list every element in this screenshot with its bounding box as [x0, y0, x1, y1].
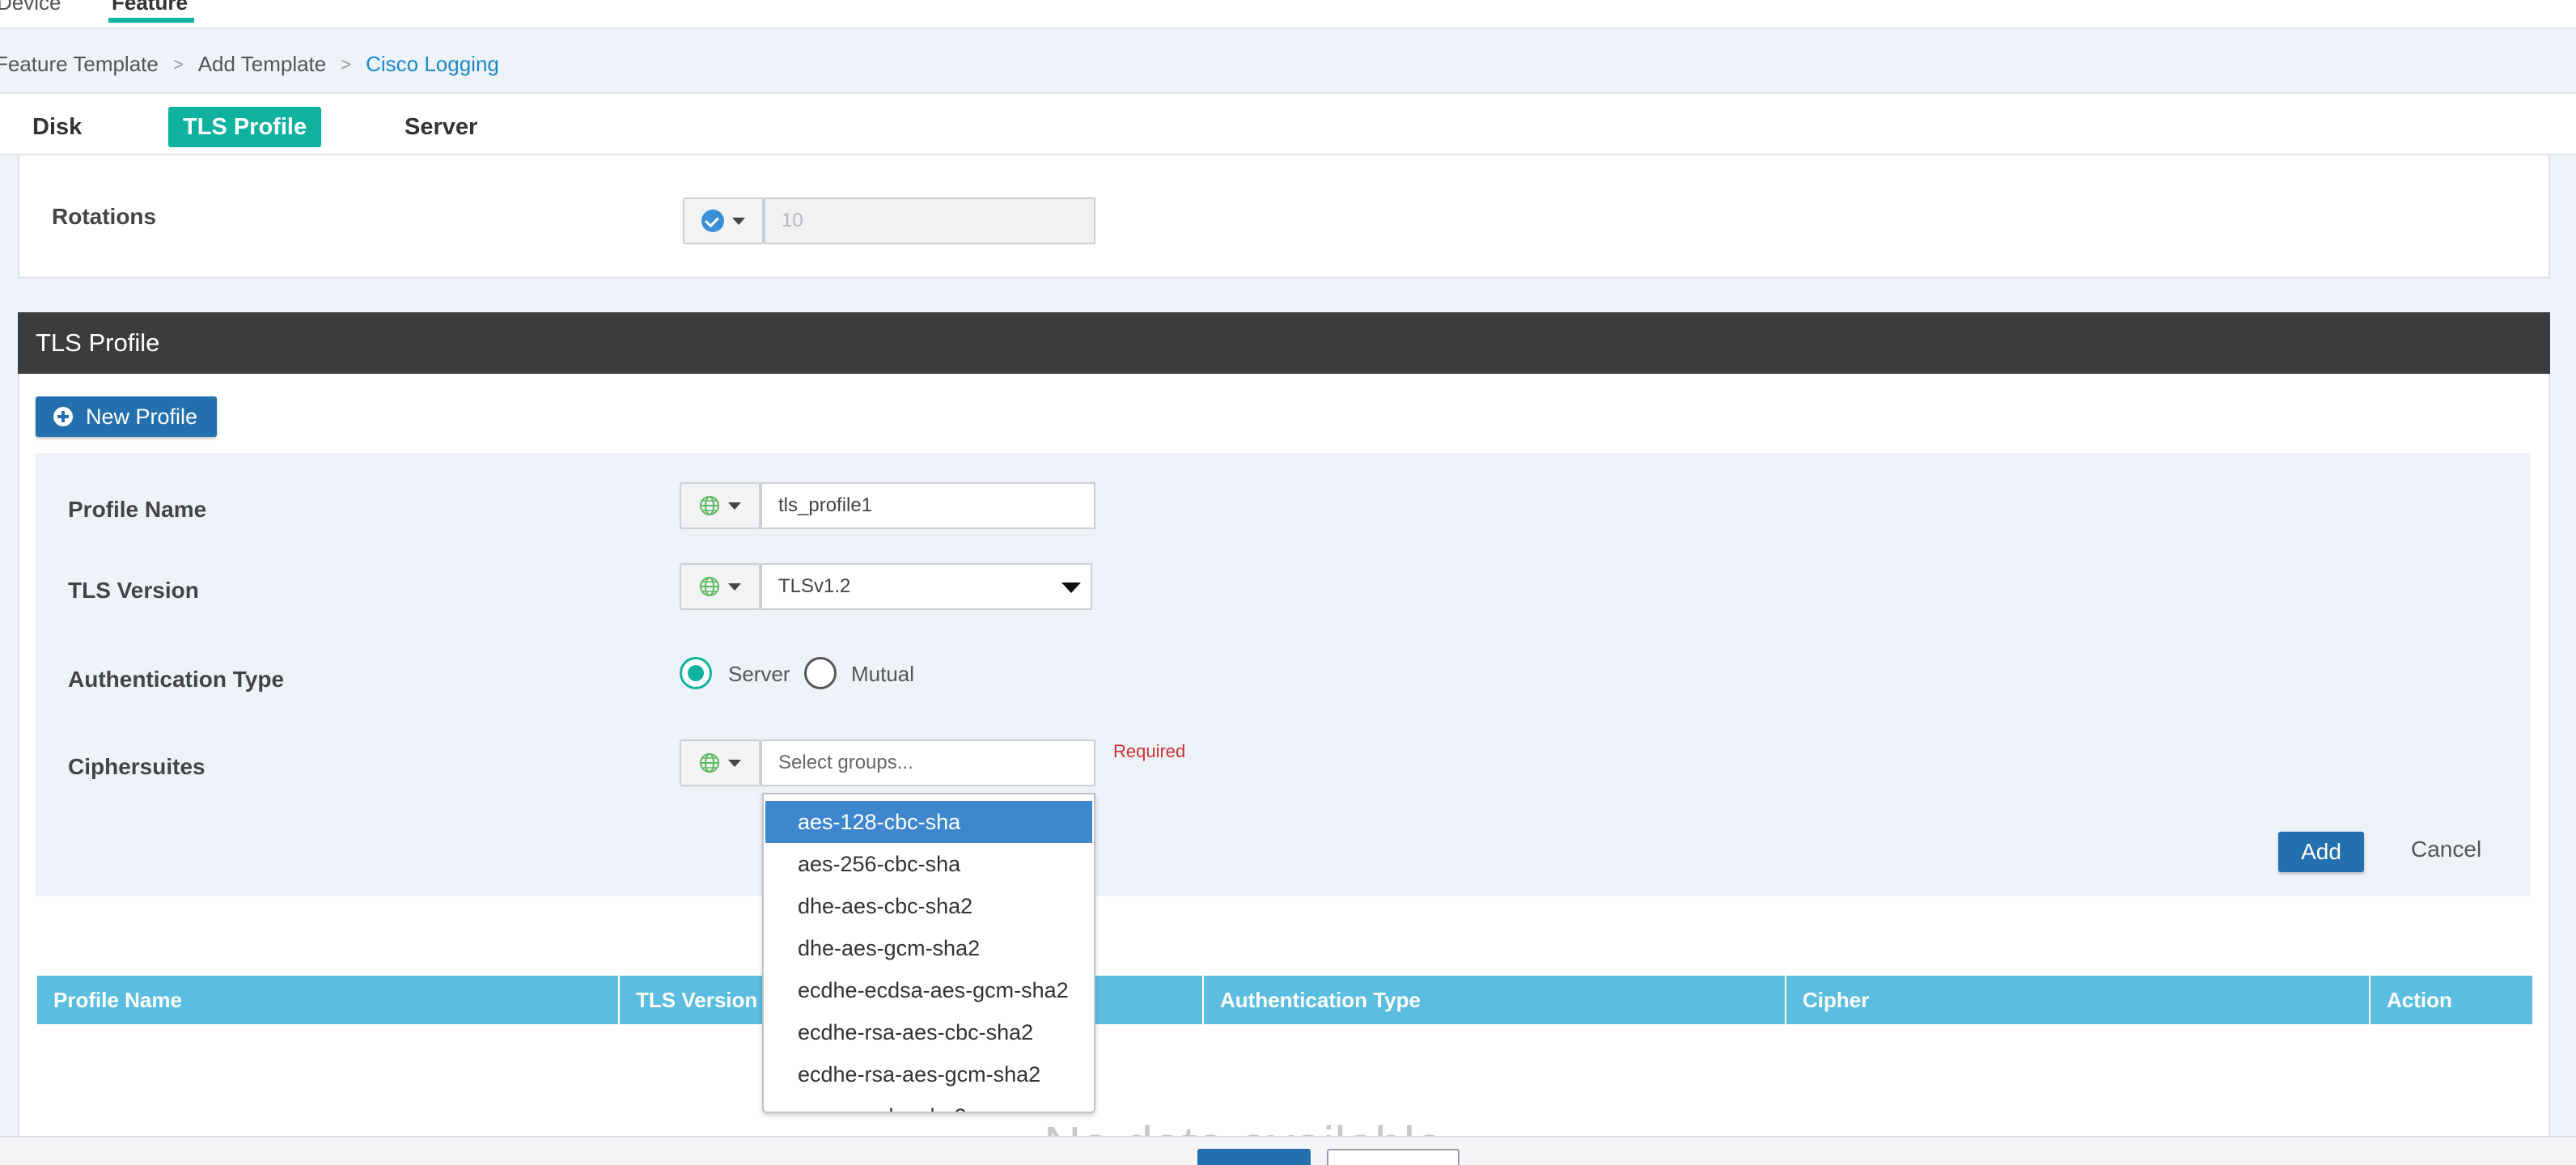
- add-button[interactable]: Add: [2278, 832, 2364, 872]
- cipher-option[interactable]: ecdhe-rsa-aes-gcm-sha2: [765, 1053, 1092, 1095]
- tls-version-label: TLS Version: [68, 578, 199, 603]
- auth-type-mutual-label: Mutual: [851, 662, 915, 686]
- cancel-template-button[interactable]: [1327, 1149, 1460, 1165]
- profile-table-header: Profile Name TLS Version Authentication …: [37, 976, 2532, 1024]
- profile-name-input[interactable]: tls_profile1: [761, 482, 1095, 529]
- caret-down-icon: [728, 759, 741, 767]
- ciphersuites-input[interactable]: Select groups...: [761, 739, 1095, 786]
- cipher-option[interactable]: aes-128-cbc-sha: [765, 801, 1092, 843]
- cipher-option[interactable]: ecdhe-rsa-aes-cbc-sha2: [765, 1011, 1092, 1053]
- tab-active-indicator: [108, 18, 194, 23]
- column-authentication-type[interactable]: Authentication Type: [1204, 976, 1786, 1024]
- breadcrumb-cisco-logging: Cisco Logging: [366, 52, 499, 76]
- tls-profile-header: TLS Profile: [18, 312, 2550, 374]
- section-tabs: Disk TLS Profile Server: [0, 95, 2576, 155]
- save-button[interactable]: [1197, 1149, 1311, 1165]
- new-profile-button[interactable]: New Profile: [36, 396, 217, 437]
- cipher-option[interactable]: dhe-aes-cbc-sha2: [765, 885, 1092, 927]
- tls-version-value: TLSv1.2: [778, 575, 851, 597]
- caret-down-icon: [728, 502, 741, 510]
- breadcrumb-separator: >: [172, 53, 184, 74]
- cipher-option[interactable]: ecdhe-ecdsa-aes-gcm-sha2: [765, 969, 1092, 1011]
- column-profile-name[interactable]: Profile Name: [37, 976, 620, 1024]
- cipher-option[interactable]: rsa-aes-cbc-sha2: [765, 1095, 1092, 1112]
- rotations-label: Rotations: [52, 204, 157, 229]
- breadcrumb-add-template[interactable]: Add Template: [198, 52, 327, 77]
- globe-icon: [700, 496, 719, 515]
- profile-form: [36, 453, 2531, 896]
- new-profile-label: New Profile: [86, 404, 198, 429]
- column-action[interactable]: Action: [2371, 976, 2532, 1024]
- disk-panel: [18, 155, 2550, 278]
- rotations-input[interactable]: 10: [764, 197, 1095, 244]
- tab-device[interactable]: Device: [0, 0, 61, 28]
- top-nav: Device Feature: [0, 0, 2576, 29]
- ciphersuites-label: Ciphersuites: [68, 754, 205, 779]
- ciphersuites-scope-dropdown[interactable]: [680, 739, 761, 786]
- auth-type-server-radio[interactable]: [680, 657, 712, 689]
- breadcrumb-separator: >: [341, 53, 352, 74]
- tab-feature-label: Feature: [112, 0, 188, 15]
- globe-icon: [700, 577, 719, 596]
- bottom-action-bar: [0, 1136, 2576, 1165]
- tls-version-select[interactable]: TLSv1.2: [761, 563, 1092, 610]
- breadcrumb-feature-template[interactable]: Feature Template: [0, 52, 159, 77]
- profile-name-label: Profile Name: [68, 497, 207, 522]
- tab-feature[interactable]: Feature: [108, 0, 194, 28]
- auth-type-label: Authentication Type: [68, 667, 285, 692]
- cipher-option[interactable]: dhe-aes-gcm-sha2: [765, 927, 1092, 969]
- rotations-scope-dropdown[interactable]: [683, 197, 764, 244]
- ciphersuites-dropdown-list: aes-128-cbc-sha aes-256-cbc-sha dhe-aes-…: [762, 793, 1095, 1113]
- section-tab-disk[interactable]: Disk: [32, 107, 82, 147]
- globe-icon: [700, 753, 719, 773]
- select-arrow-icon: [1061, 582, 1081, 593]
- check-circle-icon: [701, 210, 724, 232]
- section-tab-server[interactable]: Server: [405, 107, 477, 147]
- breadcrumb: Feature Template > Add Template > Cisco …: [0, 52, 499, 77]
- profile-name-scope-dropdown[interactable]: [680, 482, 761, 529]
- auth-type-mutual-radio[interactable]: [804, 657, 837, 689]
- breadcrumb-bar: Feature Template > Add Template > Cisco …: [0, 29, 2576, 94]
- plus-circle-icon: [53, 407, 73, 426]
- auth-type-server-label: Server: [728, 662, 790, 686]
- caret-down-icon: [728, 582, 741, 591]
- cipher-option[interactable]: aes-256-cbc-sha: [765, 843, 1092, 885]
- section-tab-tls-profile[interactable]: TLS Profile: [168, 107, 322, 147]
- required-message: Required: [1113, 741, 1186, 761]
- tls-version-scope-dropdown[interactable]: [680, 563, 761, 610]
- column-cipher[interactable]: Cipher: [1786, 976, 2371, 1024]
- caret-down-icon: [732, 217, 745, 225]
- cancel-button[interactable]: Cancel: [2411, 837, 2481, 862]
